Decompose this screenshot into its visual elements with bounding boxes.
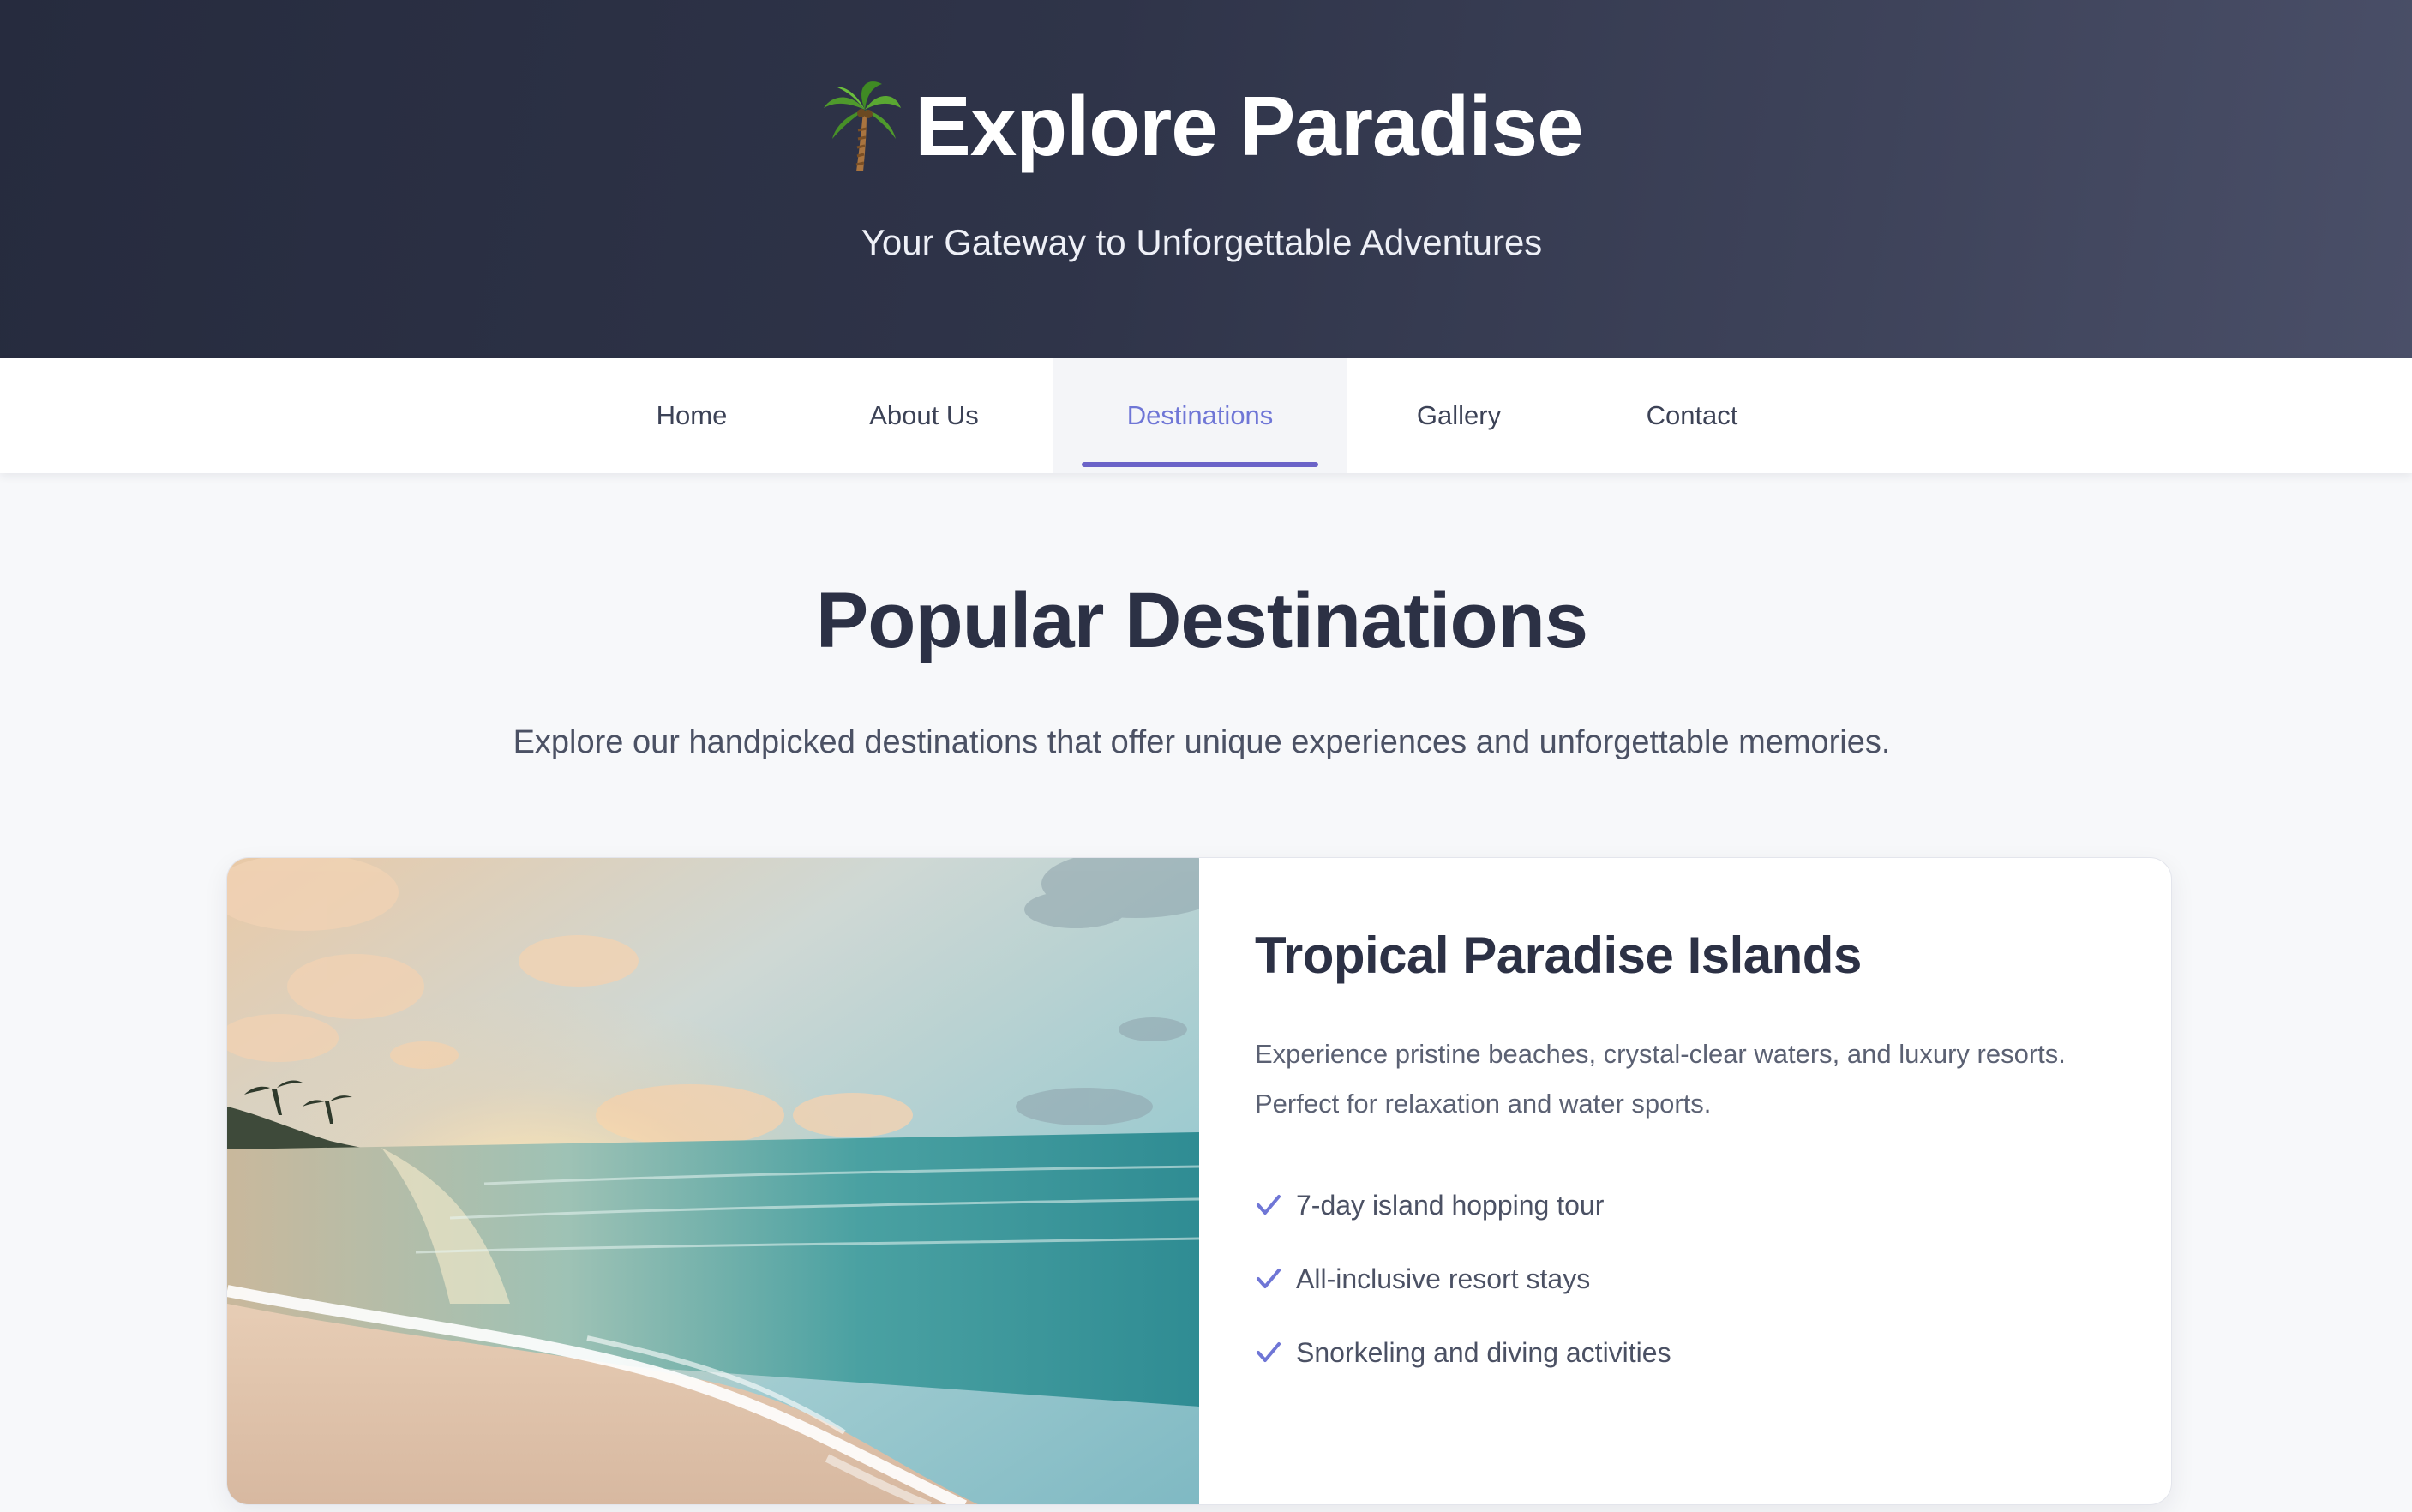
site-tagline: Your Gateway to Unforgettable Adventures <box>861 222 1543 262</box>
active-tab-indicator <box>1082 462 1318 467</box>
nav-item-home[interactable]: Home <box>617 358 766 473</box>
nav-item-label: Home <box>656 400 728 430</box>
palm-tree-icon <box>824 81 902 171</box>
nav-item-label: Destinations <box>1126 400 1274 430</box>
beach-sunset-image <box>227 858 1199 1504</box>
destination-description: Experience pristine beaches, crystal-cle… <box>1255 1039 2066 1119</box>
check-icon <box>1257 1195 1281 1215</box>
section-title: Popular Destinations <box>815 577 1588 664</box>
list-item: 7-day island hopping tour <box>1255 1168 1671 1242</box>
nav-item-label: Contact <box>1646 400 1738 430</box>
section-subtitle: Explore our handpicked destinations that… <box>513 724 1891 760</box>
site-header: Explore Paradise Your Gateway to Unforge… <box>0 0 2412 358</box>
check-icon <box>1257 1342 1281 1362</box>
destination-title: Tropical Paradise Islands <box>1255 927 1862 984</box>
list-item: All-inclusive resort stays <box>1255 1242 1671 1316</box>
nav-item-about-us[interactable]: About Us <box>823 358 1025 473</box>
destination-details: Tropical Paradise Islands Experience pri… <box>1199 858 2171 1504</box>
feature-list: 7-day island hopping tour All-inclusive … <box>1255 1168 1671 1389</box>
main-nav: Home About Us Destinations Gallery Conta… <box>0 358 2412 473</box>
brand[interactable]: Explore Paradise <box>0 79 2412 173</box>
site-title: Explore Paradise <box>915 79 1583 173</box>
nav-item-label: About Us <box>869 400 979 430</box>
check-icon <box>1257 1269 1281 1288</box>
nav-item-contact[interactable]: Contact <box>1599 358 1785 473</box>
list-item: Snorkeling and diving activities <box>1255 1316 1671 1389</box>
nav-item-gallery[interactable]: Gallery <box>1377 358 1541 473</box>
feature-label: 7-day island hopping tour <box>1296 1189 1605 1221</box>
nav-item-destinations[interactable]: Destinations <box>1053 358 1347 473</box>
feature-label: Snorkeling and diving activities <box>1296 1336 1671 1368</box>
feature-label: All-inclusive resort stays <box>1296 1263 1591 1294</box>
nav-item-label: Gallery <box>1416 400 1502 430</box>
destination-card[interactable]: Tropical Paradise Islands Experience pri… <box>226 857 2172 1505</box>
